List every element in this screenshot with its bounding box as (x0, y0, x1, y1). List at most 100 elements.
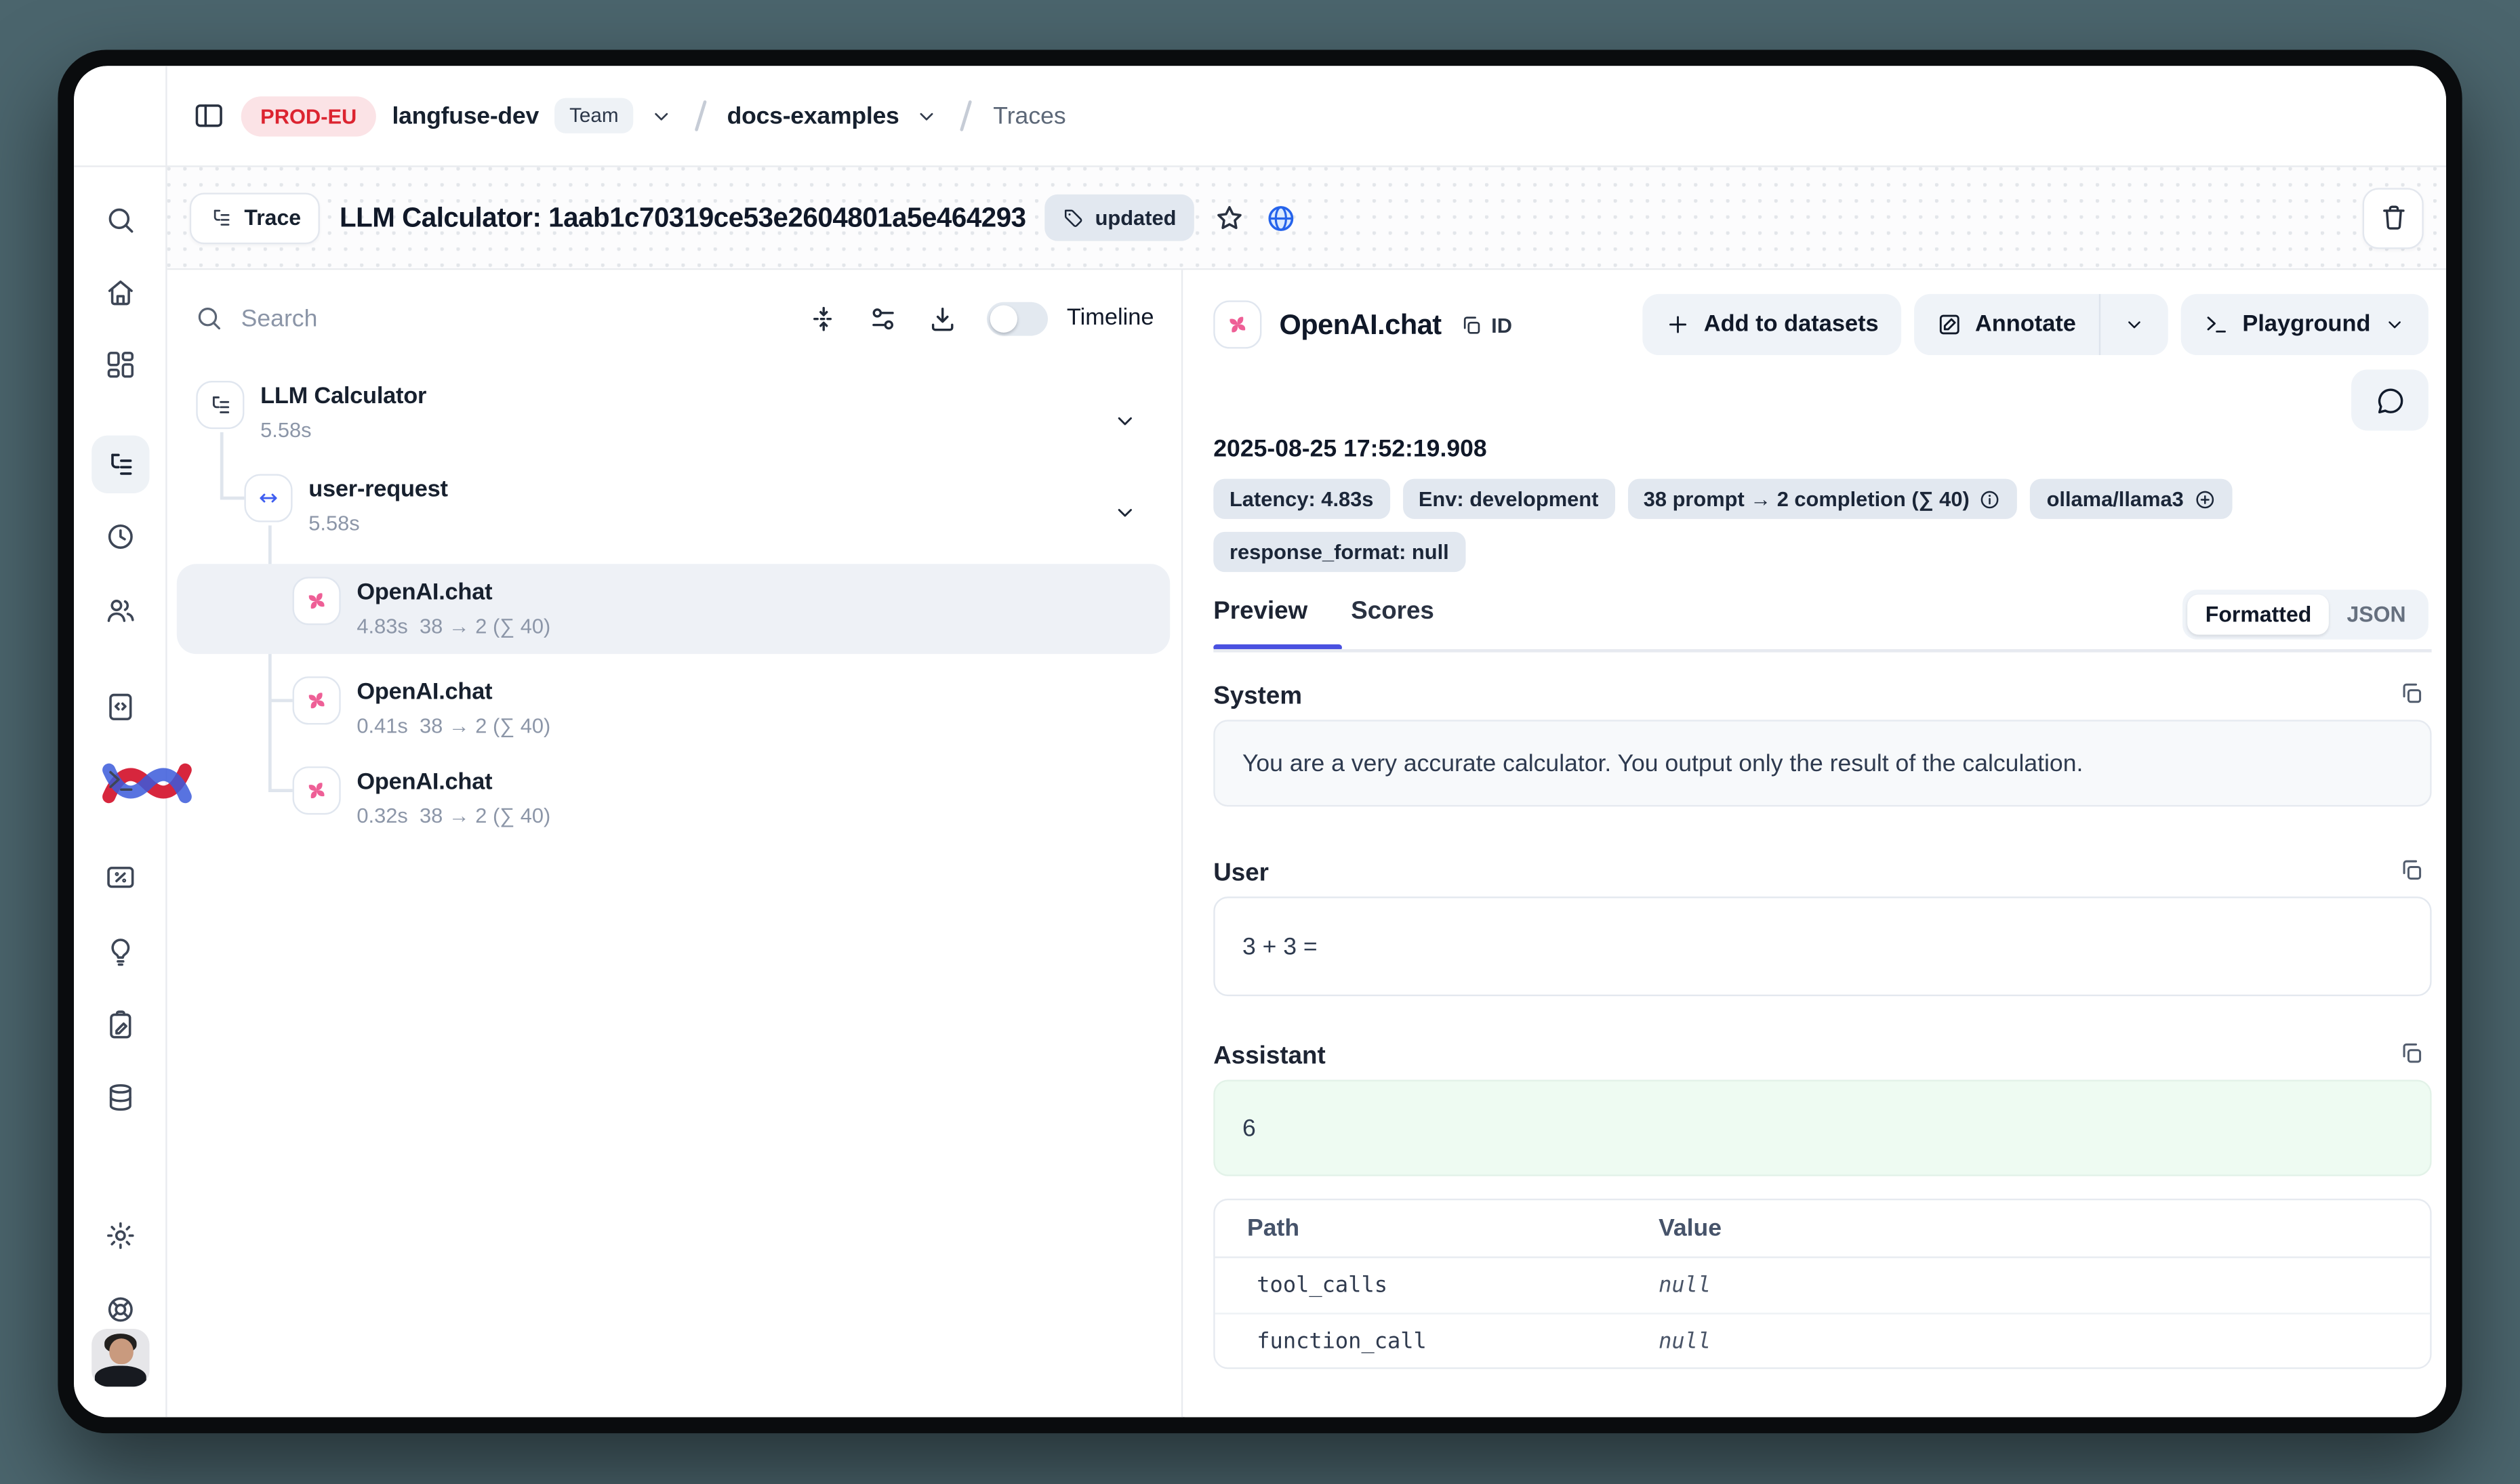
annotate-dropdown-chevron[interactable] (2101, 294, 2169, 355)
traces-icon[interactable] (104, 449, 136, 480)
org-name[interactable]: langfuse-dev (392, 102, 539, 129)
trace-chip-label: Trace (244, 206, 301, 230)
value-column-header: Value (1659, 1215, 1722, 1242)
tree-toolbar: Timeline (167, 270, 1181, 366)
trace-type-chip[interactable]: Trace (190, 192, 321, 243)
chevron-down-icon (2383, 313, 2405, 335)
playground-terminal-icon[interactable] (104, 765, 136, 797)
observation-badges: Latency: 4.83s Env: development 38 promp… (1213, 479, 2405, 573)
copy-icon[interactable] (2398, 857, 2425, 884)
datasets-database-icon[interactable] (104, 1081, 136, 1113)
trace-icon (196, 381, 244, 429)
tree-item-label: LLM Calculator (260, 384, 426, 410)
playground-label: Playground (2242, 312, 2370, 337)
system-message-box: You are a very accurate calculator. You … (1213, 720, 2431, 806)
path-cell: tool_calls (1257, 1273, 1387, 1298)
panel-left-toggle-icon[interactable] (193, 100, 225, 131)
timeline-toggle[interactable] (986, 302, 1047, 335)
project-name[interactable]: docs-examples (727, 102, 899, 129)
comment-bubble-icon (2374, 385, 2405, 415)
tree-connector (268, 789, 293, 791)
tree-connector (268, 699, 293, 701)
copy-id-button[interactable]: ID (1459, 312, 1512, 337)
prompts-file-code-icon[interactable] (104, 691, 136, 723)
icon-rail (74, 66, 167, 1417)
assistant-message-box: 6 (1213, 1079, 2431, 1176)
copy-icon[interactable] (2398, 1039, 2425, 1067)
search-icon[interactable] (104, 204, 136, 236)
insights-lightbulb-icon[interactable] (104, 935, 136, 967)
environment-badge[interactable]: PROD-EU (241, 96, 376, 136)
tab-preview[interactable]: Preview (1213, 598, 1307, 627)
tab-scores[interactable]: Scores (1351, 598, 1434, 627)
add-to-datasets-button[interactable]: Add to datasets (1643, 294, 1901, 355)
openai-icon (1213, 300, 1261, 348)
chevron-down-icon[interactable] (1112, 499, 1138, 525)
span-arrows-icon (244, 474, 292, 522)
search-icon (195, 304, 224, 333)
latency-badge: Latency: 4.83s (1213, 479, 1389, 519)
evals-percent-icon[interactable] (104, 861, 136, 893)
value-cell: null (1659, 1273, 1711, 1298)
langfuse-app: PROD-EU langfuse-dev Team docs-examples … (74, 66, 2446, 1417)
openai-icon (293, 766, 341, 815)
comment-button[interactable] (2351, 369, 2428, 430)
env-badge: Env: development (1402, 479, 1614, 519)
system-section-label: System (1213, 683, 1302, 712)
assistant-message-text: 6 (1242, 1114, 1256, 1141)
breadcrumb-separator (960, 100, 972, 131)
formatted-option[interactable]: Formatted (2188, 594, 2330, 634)
collapse-all-icon[interactable] (808, 303, 838, 333)
delete-trace-button[interactable] (2363, 187, 2424, 248)
support-lifebuoy-icon[interactable] (104, 1294, 136, 1325)
tree-item-label: OpenAI.chat (357, 580, 492, 606)
settings-gear-icon[interactable] (104, 1220, 136, 1252)
org-type-badge: Team (555, 98, 633, 133)
json-option[interactable]: JSON (2329, 594, 2423, 634)
playground-button[interactable]: Playground (2181, 294, 2428, 355)
action-buttons: Add to datasets Annotate Playground (1643, 294, 2428, 355)
trace-tree-panel: Timeline LLM Calculator 5.58s (167, 270, 1183, 1417)
model-badge[interactable]: ollama/llama3 (2031, 479, 2232, 519)
tree-item-metrics: 0.41s 38 → 2 (∑ 40) (357, 714, 550, 738)
tree-item-duration: 5.58s (308, 511, 359, 535)
trace-title-bar: Trace LLM Calculator: 1aab1c70319ce53e26… (167, 167, 2446, 270)
tree-item-label: OpenAI.chat (357, 770, 492, 796)
tree-item-metrics: 4.83s 38 → 2 (∑ 40) (357, 614, 550, 638)
system-message-text: You are a very accurate calculator. You … (1242, 749, 2083, 777)
desktop-background: PROD-EU langfuse-dev Team docs-examples … (0, 0, 2520, 1484)
project-chevron-down-icon[interactable] (915, 104, 939, 128)
value-cell: null (1659, 1328, 1711, 1354)
annotate-split-button: Annotate (1914, 294, 2168, 355)
user-message-text: 3 + 3 = (1242, 932, 1318, 960)
table-row: function_call null (1215, 1313, 2431, 1369)
copy-icon[interactable] (2398, 680, 2425, 707)
search-input[interactable] (241, 304, 579, 331)
home-icon[interactable] (104, 276, 136, 308)
tree-item-label: OpenAI.chat (357, 680, 492, 705)
globe-icon[interactable] (1265, 202, 1297, 234)
observation-header: OpenAI.chat ID (1213, 300, 1512, 348)
star-icon[interactable] (1213, 202, 1245, 234)
token-usage-badge[interactable]: 38 prompt → 2 completion (∑ 40) (1627, 479, 2018, 519)
breadcrumb-section[interactable]: Traces (993, 102, 1065, 129)
dashboard-icon[interactable] (104, 349, 136, 381)
org-chevron-down-icon[interactable] (649, 104, 674, 128)
openai-icon (293, 676, 341, 724)
header-divider (74, 165, 2446, 167)
user-avatar[interactable] (92, 1329, 149, 1386)
users-icon[interactable] (104, 594, 136, 626)
view-settings-icon[interactable] (868, 303, 898, 333)
copy-icon (1459, 312, 1484, 337)
chevron-down-icon[interactable] (1112, 408, 1138, 434)
observation-title: OpenAI.chat (1279, 308, 1441, 342)
tag-badge-label: updated (1095, 206, 1177, 230)
sessions-clock-icon[interactable] (104, 520, 136, 552)
download-icon[interactable] (927, 303, 958, 333)
plus-icon (1665, 312, 1691, 337)
terminal-icon (2203, 312, 2229, 337)
annotate-button[interactable]: Annotate (1914, 294, 2098, 355)
annotation-clipboard-icon[interactable] (104, 1009, 136, 1041)
tag-badge[interactable]: updated (1045, 194, 1194, 241)
user-section-label: User (1213, 860, 1269, 889)
